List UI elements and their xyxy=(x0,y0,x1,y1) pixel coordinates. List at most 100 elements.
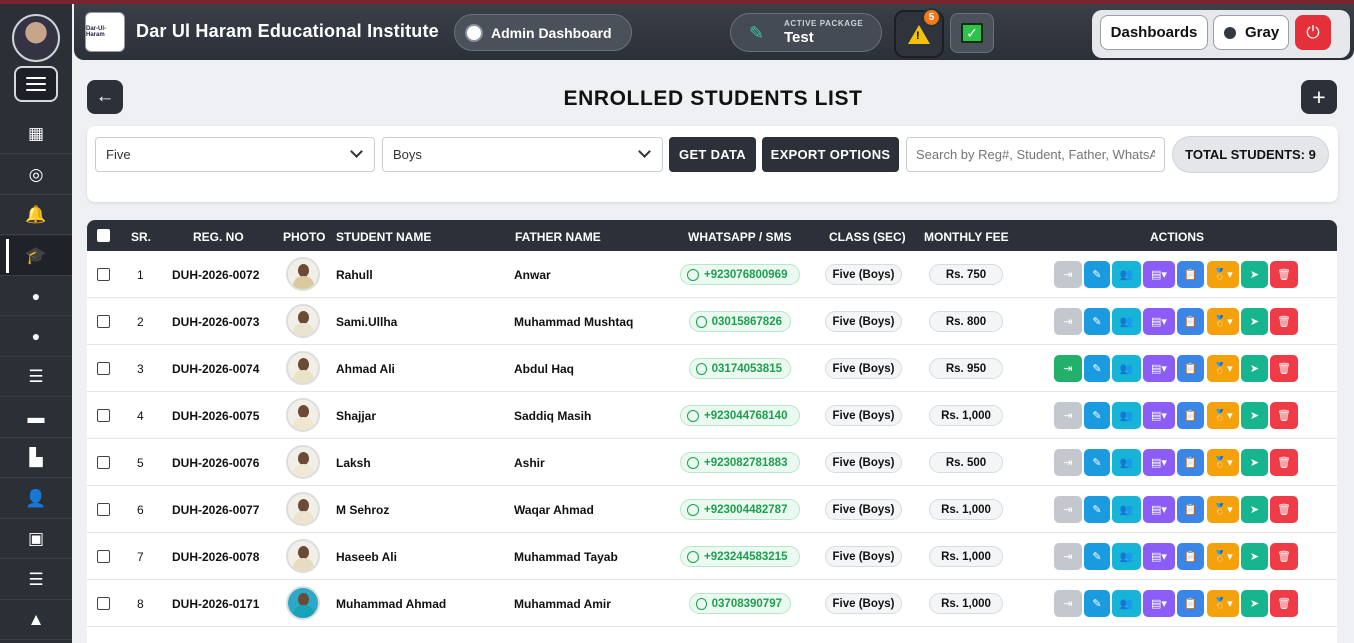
family-button[interactable]: 👥 xyxy=(1112,496,1141,523)
send-button[interactable]: ➤ xyxy=(1241,355,1268,382)
id-card-button[interactable]: ▤▾ xyxy=(1143,543,1175,570)
family-button[interactable]: 👥 xyxy=(1112,355,1141,382)
send-button[interactable]: ➤ xyxy=(1241,543,1268,570)
add-student-button[interactable]: + xyxy=(1301,80,1337,114)
sidebar-item[interactable]: 🎓 xyxy=(0,235,72,276)
sidebar-item[interactable]: ▦ xyxy=(0,114,72,154)
edit-button[interactable]: ✎ xyxy=(1084,543,1110,570)
id-card-button[interactable]: ▤▾ xyxy=(1143,261,1175,288)
edit-button[interactable]: ✎ xyxy=(1084,308,1110,335)
clipboard-button[interactable]: 📋 xyxy=(1177,355,1204,382)
export-options-button[interactable]: EXPORT OPTIONS xyxy=(762,137,899,172)
family-button[interactable]: 👥 xyxy=(1112,261,1141,288)
login-button[interactable]: ⇥ xyxy=(1054,449,1082,476)
row-checkbox[interactable] xyxy=(97,503,110,516)
sidebar-item[interactable]: ● xyxy=(0,317,72,357)
login-button[interactable]: ⇥ xyxy=(1054,590,1082,617)
clipboard-button[interactable]: 📋 xyxy=(1177,590,1204,617)
sidebar-item[interactable]: 🔔 xyxy=(0,195,72,235)
family-button[interactable]: 👥 xyxy=(1112,308,1141,335)
active-package-pill[interactable]: ✎ ACTIVE PACKAGE Test xyxy=(730,13,882,52)
row-student-name[interactable]: Rahull xyxy=(336,251,373,298)
row-checkbox[interactable] xyxy=(97,597,110,610)
tasks-button[interactable]: ✓ xyxy=(950,13,994,53)
dashboards-button[interactable]: Dashboards xyxy=(1100,15,1208,50)
row-student-name[interactable]: Sami.Ullha xyxy=(336,298,397,345)
certificate-button[interactable]: 🏅▾ xyxy=(1207,496,1239,523)
row-student-name[interactable]: Shajjar xyxy=(336,392,376,439)
whatsapp-link[interactable]: +923004482787 xyxy=(680,499,800,520)
certificate-button[interactable]: 🏅▾ xyxy=(1207,261,1239,288)
login-button[interactable]: ⇥ xyxy=(1054,308,1082,335)
sidebar-item[interactable]: ▣ xyxy=(0,519,72,559)
delete-button[interactable]: 🗑 xyxy=(1270,449,1298,476)
search-input[interactable] xyxy=(906,137,1165,172)
row-student-name[interactable]: Ahmad Ali xyxy=(336,345,395,392)
edit-button[interactable]: ✎ xyxy=(1084,402,1110,429)
class-select[interactable]: Five xyxy=(95,137,375,172)
family-button[interactable]: 👥 xyxy=(1112,449,1141,476)
certificate-button[interactable]: 🏅▾ xyxy=(1207,402,1239,429)
edit-button[interactable]: ✎ xyxy=(1084,496,1110,523)
section-select[interactable]: Boys xyxy=(382,137,663,172)
sidebar-item[interactable]: ◎ xyxy=(0,155,72,195)
id-card-button[interactable]: ▤▾ xyxy=(1143,449,1175,476)
send-button[interactable]: ➤ xyxy=(1241,590,1268,617)
edit-button[interactable]: ✎ xyxy=(1084,355,1110,382)
row-checkbox[interactable] xyxy=(97,315,110,328)
certificate-button[interactable]: 🏅▾ xyxy=(1207,543,1239,570)
id-card-button[interactable]: ▤▾ xyxy=(1143,402,1175,429)
clipboard-button[interactable]: 📋 xyxy=(1177,449,1204,476)
login-button[interactable]: ⇥ xyxy=(1054,261,1082,288)
sidebar-item[interactable]: ☰ xyxy=(0,357,72,397)
row-student-name[interactable]: Muhammad Ahmad xyxy=(336,580,446,627)
certificate-button[interactable]: 🏅▾ xyxy=(1207,590,1239,617)
sidebar-item[interactable]: ▲ xyxy=(0,600,72,640)
family-button[interactable]: 👥 xyxy=(1112,590,1141,617)
clipboard-button[interactable]: 📋 xyxy=(1177,402,1204,429)
certificate-button[interactable]: 🏅▾ xyxy=(1207,355,1239,382)
id-card-button[interactable]: ▤▾ xyxy=(1143,496,1175,523)
send-button[interactable]: ➤ xyxy=(1241,449,1268,476)
login-button[interactable]: ⇥ xyxy=(1054,543,1082,570)
delete-button[interactable]: 🗑 xyxy=(1270,543,1298,570)
login-button[interactable]: ⇥ xyxy=(1054,496,1082,523)
send-button[interactable]: ➤ xyxy=(1241,496,1268,523)
sidebar-item[interactable]: ▬ xyxy=(0,398,72,438)
delete-button[interactable]: 🗑 xyxy=(1270,355,1298,382)
logout-button[interactable]: ⏻ xyxy=(1295,15,1331,50)
clipboard-button[interactable]: 📋 xyxy=(1177,543,1204,570)
sidebar-item[interactable]: 👤 xyxy=(0,479,72,519)
sidebar-item[interactable]: ▙ xyxy=(0,438,72,478)
delete-button[interactable]: 🗑 xyxy=(1270,590,1298,617)
whatsapp-link[interactable]: 03174053815 xyxy=(689,358,791,379)
send-button[interactable]: ➤ xyxy=(1241,261,1268,288)
id-card-button[interactable]: ▤▾ xyxy=(1143,590,1175,617)
login-button[interactable]: ⇥ xyxy=(1054,355,1082,382)
family-button[interactable]: 👥 xyxy=(1112,402,1141,429)
send-button[interactable]: ➤ xyxy=(1241,402,1268,429)
theme-button[interactable]: Gray xyxy=(1213,15,1289,50)
row-student-name[interactable]: Laksh xyxy=(336,439,371,486)
send-button[interactable]: ➤ xyxy=(1241,308,1268,335)
row-checkbox[interactable] xyxy=(97,409,110,422)
edit-button[interactable]: ✎ xyxy=(1084,261,1110,288)
edit-button[interactable]: ✎ xyxy=(1084,449,1110,476)
id-card-button[interactable]: ▤▾ xyxy=(1143,308,1175,335)
row-checkbox[interactable] xyxy=(97,456,110,469)
row-student-name[interactable]: M Sehroz xyxy=(336,486,389,533)
row-checkbox[interactable] xyxy=(97,268,110,281)
admin-dashboard-pill[interactable]: Admin Dashboard xyxy=(454,14,632,51)
whatsapp-link[interactable]: +923044768140 xyxy=(680,405,800,426)
whatsapp-link[interactable]: +923076800969 xyxy=(680,264,800,285)
delete-button[interactable]: 🗑 xyxy=(1270,308,1298,335)
row-checkbox[interactable] xyxy=(97,362,110,375)
login-button[interactable]: ⇥ xyxy=(1054,402,1082,429)
sidebar-item[interactable]: ● xyxy=(0,276,72,316)
edit-button[interactable]: ✎ xyxy=(1084,590,1110,617)
clipboard-button[interactable]: 📋 xyxy=(1177,261,1204,288)
whatsapp-link[interactable]: +923244583215 xyxy=(680,546,800,567)
row-checkbox[interactable] xyxy=(97,550,110,563)
user-avatar[interactable] xyxy=(12,14,60,62)
select-all-checkbox[interactable] xyxy=(97,229,110,242)
